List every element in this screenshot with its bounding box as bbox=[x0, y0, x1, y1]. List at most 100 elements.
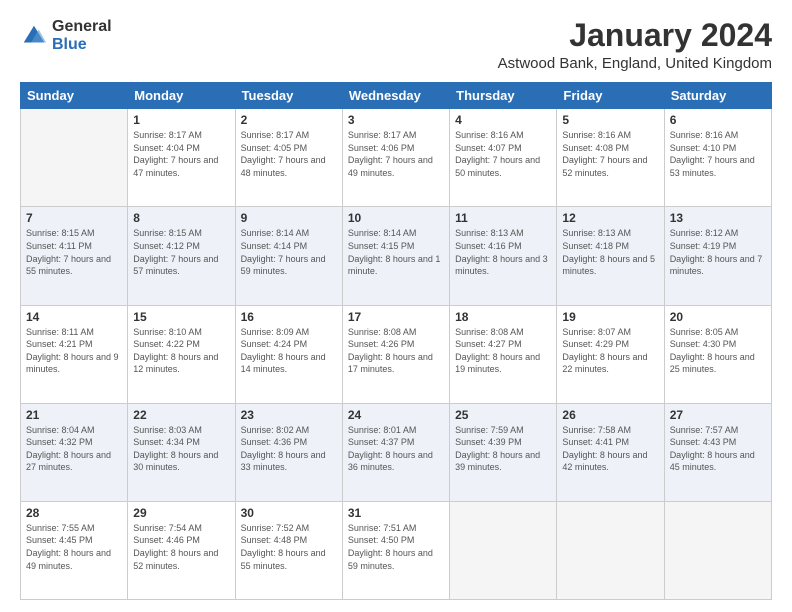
table-cell: 7 Sunrise: 8:15 AMSunset: 4:11 PMDaylight… bbox=[21, 207, 128, 305]
day-info: Sunrise: 8:07 AMSunset: 4:29 PMDaylight:… bbox=[562, 326, 658, 376]
day-number: 26 bbox=[562, 408, 658, 422]
day-number: 3 bbox=[348, 113, 444, 127]
table-cell: 24 Sunrise: 8:01 AMSunset: 4:37 PMDayligh… bbox=[342, 403, 449, 501]
col-thursday: Thursday bbox=[450, 83, 557, 109]
col-monday: Monday bbox=[128, 83, 235, 109]
table-cell: 21Sunrise: 8:04 AMSunset: 4:32 PMDayligh… bbox=[21, 403, 128, 501]
day-info: Sunrise: 7:58 AMSunset: 4:41 PMDaylight:… bbox=[562, 424, 658, 474]
table-row: 21Sunrise: 8:04 AMSunset: 4:32 PMDayligh… bbox=[21, 403, 772, 501]
table-cell bbox=[557, 501, 664, 599]
table-cell: 22Sunrise: 8:03 AMSunset: 4:34 PMDayligh… bbox=[128, 403, 235, 501]
table-row: 28 Sunrise: 7:55 AMSunset: 4:45 PMDayligh… bbox=[21, 501, 772, 599]
day-number: 9 bbox=[241, 211, 337, 225]
table-cell: 31Sunrise: 7:51 AMSunset: 4:50 PMDayligh… bbox=[342, 501, 449, 599]
day-number: 12 bbox=[562, 211, 658, 225]
day-number: 25 bbox=[455, 408, 551, 422]
table-cell: 10 Sunrise: 8:14 AMSunset: 4:15 PMDayligh… bbox=[342, 207, 449, 305]
day-info: Sunrise: 7:51 AMSunset: 4:50 PMDaylight:… bbox=[348, 522, 444, 572]
table-cell: 6Sunrise: 8:16 AMSunset: 4:10 PMDaylight… bbox=[664, 109, 771, 207]
day-info: Sunrise: 7:59 AMSunset: 4:39 PMDaylight:… bbox=[455, 424, 551, 474]
day-number: 29 bbox=[133, 506, 229, 520]
table-cell: 4 Sunrise: 8:16 AMSunset: 4:07 PMDaylight… bbox=[450, 109, 557, 207]
table-cell: 20Sunrise: 8:05 AMSunset: 4:30 PMDayligh… bbox=[664, 305, 771, 403]
day-info: Sunrise: 8:10 AMSunset: 4:22 PMDaylight:… bbox=[133, 326, 229, 376]
day-info: Sunrise: 7:54 AMSunset: 4:46 PMDaylight:… bbox=[133, 522, 229, 572]
day-info: Sunrise: 8:01 AMSunset: 4:37 PMDaylight:… bbox=[348, 424, 444, 474]
day-number: 28 bbox=[26, 506, 122, 520]
title-block: January 2024 Astwood Bank, England, Unit… bbox=[498, 18, 772, 72]
col-tuesday: Tuesday bbox=[235, 83, 342, 109]
logo-general: General bbox=[52, 18, 112, 36]
day-info: Sunrise: 7:57 AMSunset: 4:43 PMDaylight:… bbox=[670, 424, 766, 474]
day-number: 10 bbox=[348, 211, 444, 225]
day-number: 18 bbox=[455, 310, 551, 324]
day-info: Sunrise: 8:17 AMSunset: 4:06 PMDaylight:… bbox=[348, 129, 444, 179]
calendar-table: Sunday Monday Tuesday Wednesday Thursday… bbox=[20, 82, 772, 600]
day-info: Sunrise: 8:09 AMSunset: 4:24 PMDaylight:… bbox=[241, 326, 337, 376]
col-wednesday: Wednesday bbox=[342, 83, 449, 109]
day-number: 2 bbox=[241, 113, 337, 127]
day-number: 14 bbox=[26, 310, 122, 324]
table-cell: 17Sunrise: 8:08 AMSunset: 4:26 PMDayligh… bbox=[342, 305, 449, 403]
day-number: 30 bbox=[241, 506, 337, 520]
day-number: 21 bbox=[26, 408, 122, 422]
day-info: Sunrise: 8:02 AMSunset: 4:36 PMDaylight:… bbox=[241, 424, 337, 474]
day-info: Sunrise: 8:12 AMSunset: 4:19 PMDaylight:… bbox=[670, 227, 766, 277]
table-row: 14 Sunrise: 8:11 AMSunset: 4:21 PMDayligh… bbox=[21, 305, 772, 403]
day-info: Sunrise: 7:55 AMSunset: 4:45 PMDaylight:… bbox=[26, 522, 122, 572]
day-info: Sunrise: 8:05 AMSunset: 4:30 PMDaylight:… bbox=[670, 326, 766, 376]
day-number: 19 bbox=[562, 310, 658, 324]
table-cell: 2 Sunrise: 8:17 AMSunset: 4:05 PMDaylight… bbox=[235, 109, 342, 207]
table-cell: 9Sunrise: 8:14 AMSunset: 4:14 PMDaylight… bbox=[235, 207, 342, 305]
table-row: 7 Sunrise: 8:15 AMSunset: 4:11 PMDaylight… bbox=[21, 207, 772, 305]
table-cell: 19 Sunrise: 8:07 AMSunset: 4:29 PMDayligh… bbox=[557, 305, 664, 403]
day-number: 1 bbox=[133, 113, 229, 127]
table-cell: 16Sunrise: 8:09 AMSunset: 4:24 PMDayligh… bbox=[235, 305, 342, 403]
table-cell: 23 Sunrise: 8:02 AMSunset: 4:36 PMDayligh… bbox=[235, 403, 342, 501]
day-info: Sunrise: 8:16 AMSunset: 4:07 PMDaylight:… bbox=[455, 129, 551, 179]
table-cell: 5Sunrise: 8:16 AMSunset: 4:08 PMDaylight… bbox=[557, 109, 664, 207]
logo: General Blue bbox=[20, 18, 112, 53]
day-info: Sunrise: 8:13 AMSunset: 4:16 PMDaylight:… bbox=[455, 227, 551, 277]
day-info: Sunrise: 8:03 AMSunset: 4:34 PMDaylight:… bbox=[133, 424, 229, 474]
col-saturday: Saturday bbox=[664, 83, 771, 109]
day-number: 11 bbox=[455, 211, 551, 225]
table-cell: 12Sunrise: 8:13 AMSunset: 4:18 PMDayligh… bbox=[557, 207, 664, 305]
day-number: 23 bbox=[241, 408, 337, 422]
day-number: 24 bbox=[348, 408, 444, 422]
table-cell: 30Sunrise: 7:52 AMSunset: 4:48 PMDayligh… bbox=[235, 501, 342, 599]
day-info: Sunrise: 8:15 AMSunset: 4:12 PMDaylight:… bbox=[133, 227, 229, 277]
table-cell bbox=[450, 501, 557, 599]
table-cell: 25 Sunrise: 7:59 AMSunset: 4:39 PMDayligh… bbox=[450, 403, 557, 501]
table-cell: 27 Sunrise: 7:57 AMSunset: 4:43 PMDayligh… bbox=[664, 403, 771, 501]
day-number: 27 bbox=[670, 408, 766, 422]
header: General Blue January 2024 Astwood Bank, … bbox=[20, 18, 772, 72]
day-info: Sunrise: 8:11 AMSunset: 4:21 PMDaylight:… bbox=[26, 326, 122, 376]
day-number: 13 bbox=[670, 211, 766, 225]
day-info: Sunrise: 8:15 AMSunset: 4:11 PMDaylight:… bbox=[26, 227, 122, 277]
day-info: Sunrise: 8:08 AMSunset: 4:27 PMDaylight:… bbox=[455, 326, 551, 376]
table-cell: 3 Sunrise: 8:17 AMSunset: 4:06 PMDaylight… bbox=[342, 109, 449, 207]
logo-text: General Blue bbox=[52, 18, 112, 53]
table-cell bbox=[21, 109, 128, 207]
day-number: 4 bbox=[455, 113, 551, 127]
logo-blue: Blue bbox=[52, 36, 112, 54]
col-friday: Friday bbox=[557, 83, 664, 109]
table-cell: 26 Sunrise: 7:58 AMSunset: 4:41 PMDayligh… bbox=[557, 403, 664, 501]
day-number: 7 bbox=[26, 211, 122, 225]
day-info: Sunrise: 8:16 AMSunset: 4:08 PMDaylight:… bbox=[562, 129, 658, 179]
day-info: Sunrise: 8:14 AMSunset: 4:15 PMDaylight:… bbox=[348, 227, 444, 277]
table-cell: 8Sunrise: 8:15 AMSunset: 4:12 PMDaylight… bbox=[128, 207, 235, 305]
table-cell: 11 Sunrise: 8:13 AMSunset: 4:16 PMDayligh… bbox=[450, 207, 557, 305]
table-cell: 14 Sunrise: 8:11 AMSunset: 4:21 PMDayligh… bbox=[21, 305, 128, 403]
header-row: Sunday Monday Tuesday Wednesday Thursday… bbox=[21, 83, 772, 109]
table-cell: 28 Sunrise: 7:55 AMSunset: 4:45 PMDayligh… bbox=[21, 501, 128, 599]
page: General Blue January 2024 Astwood Bank, … bbox=[0, 0, 792, 612]
table-cell bbox=[664, 501, 771, 599]
day-info: Sunrise: 8:17 AMSunset: 4:04 PMDaylight:… bbox=[133, 129, 229, 179]
day-number: 15 bbox=[133, 310, 229, 324]
logo-icon bbox=[20, 22, 48, 50]
col-sunday: Sunday bbox=[21, 83, 128, 109]
day-info: Sunrise: 8:08 AMSunset: 4:26 PMDaylight:… bbox=[348, 326, 444, 376]
day-info: Sunrise: 8:17 AMSunset: 4:05 PMDaylight:… bbox=[241, 129, 337, 179]
